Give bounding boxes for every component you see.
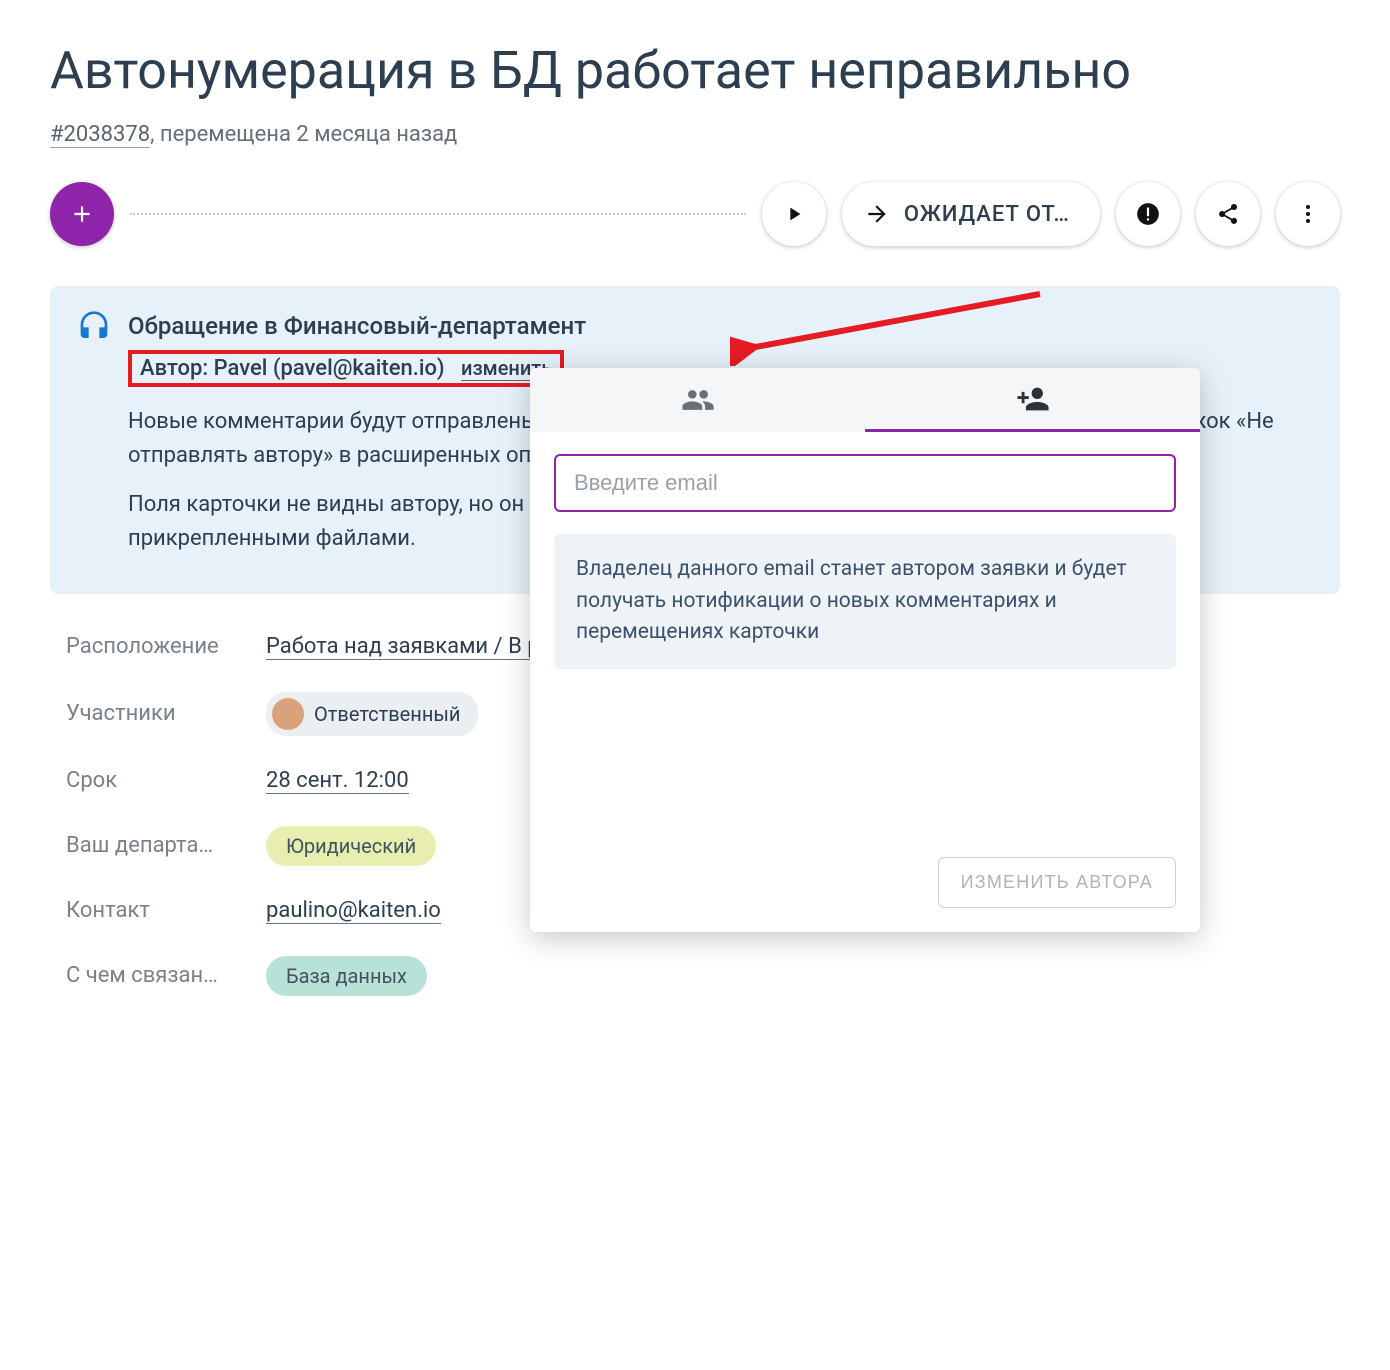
avatar: [272, 698, 304, 730]
people-icon: [681, 383, 715, 417]
field-label-dept: Ваш департа…: [66, 833, 266, 858]
add-button[interactable]: [50, 182, 114, 246]
headset-icon: [78, 310, 110, 342]
change-author-popup: Владелец данного email станет автором за…: [530, 368, 1200, 932]
notice-title: Обращение в Финансовый-департамент: [128, 312, 586, 340]
dept-tag[interactable]: Юридический: [266, 826, 436, 866]
field-label-due: Срок: [66, 768, 266, 793]
play-button[interactable]: [762, 182, 826, 246]
author-box: Автор: Pavel (pavel@kaiten.io) изменить: [128, 350, 564, 387]
tab-existing-users[interactable]: [530, 368, 865, 432]
due-value[interactable]: 28 сент. 12:00: [266, 768, 409, 794]
share-button[interactable]: [1196, 182, 1260, 246]
member-chip[interactable]: Ответственный: [266, 692, 478, 736]
person-add-icon: [1016, 382, 1050, 416]
author-label: Автор: Pavel (pavel@kaiten.io): [140, 356, 445, 381]
status-pill[interactable]: ОЖИДАЕТ ОТ…: [842, 182, 1100, 246]
field-label-related: С чем связан…: [66, 963, 266, 988]
related-tag[interactable]: База данных: [266, 956, 427, 996]
tab-add-user[interactable]: [865, 368, 1200, 432]
member-role: Ответственный: [314, 702, 460, 726]
action-bar: ОЖИДАЕТ ОТ…: [50, 182, 1340, 246]
alert-button[interactable]: [1116, 182, 1180, 246]
status-label: ОЖИДАЕТ ОТ…: [904, 202, 1070, 227]
contact-value[interactable]: paulino@kaiten.io: [266, 898, 441, 924]
servicedesk-notice: Обращение в Финансовый-департамент Автор…: [50, 286, 1340, 593]
divider-dots: [130, 213, 746, 215]
field-label-location: Расположение: [66, 634, 266, 659]
arrow-right-icon: [864, 201, 890, 227]
field-label-contact: Контакт: [66, 898, 266, 923]
more-button[interactable]: [1276, 182, 1340, 246]
card-id-link[interactable]: #2038378: [50, 122, 150, 148]
confirm-change-author-button[interactable]: ИЗМЕНИТЬ АВТОРА: [938, 857, 1176, 908]
card-title: Автонумерация в БД работает неправильно: [50, 40, 1340, 102]
popup-info: Владелец данного email станет автором за…: [554, 534, 1176, 669]
email-input[interactable]: [554, 454, 1176, 512]
field-label-members: Участники: [66, 701, 266, 726]
card-meta: #2038378, перемещена 2 месяца назад: [50, 122, 1340, 147]
moved-text: перемещена 2 месяца назад: [160, 122, 457, 147]
